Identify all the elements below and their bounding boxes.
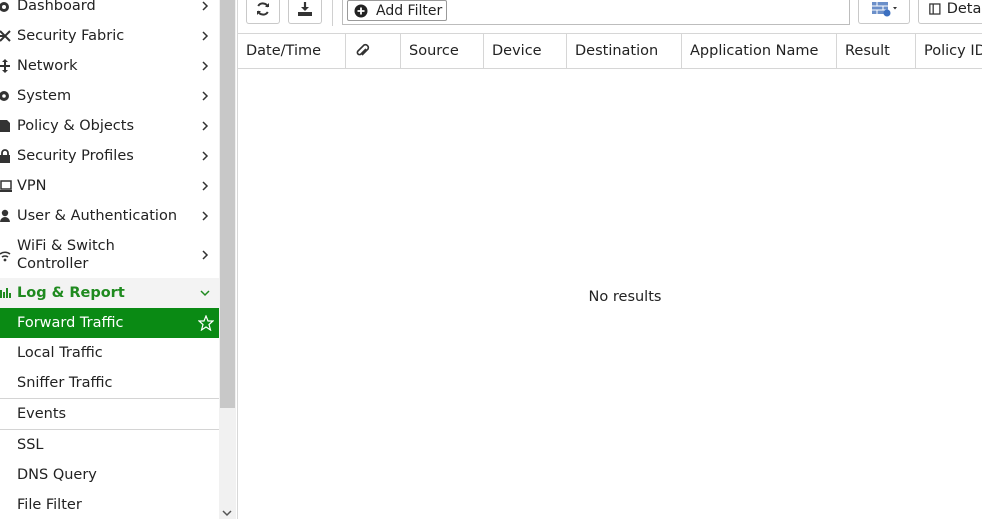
sidebar-item-label: VPN bbox=[17, 178, 47, 194]
sidebar-scrollbar-thumb[interactable] bbox=[220, 0, 235, 408]
sidebar-item-label: System bbox=[17, 88, 72, 104]
plus-circle-icon bbox=[354, 4, 368, 17]
sidebar-subitem-events[interactable]: Events bbox=[0, 399, 219, 429]
refresh-icon bbox=[257, 1, 269, 16]
sidebar-subitem-label: SSL bbox=[17, 437, 44, 453]
details-label: Details bbox=[946, 0, 982, 17]
sidebar-item-network[interactable]: Network bbox=[0, 56, 219, 76]
star-icon[interactable] bbox=[198, 315, 214, 331]
sidebar-subitem-label: Events bbox=[17, 406, 67, 422]
chevron-right-icon bbox=[202, 61, 209, 71]
details-button[interactable]: Details bbox=[918, 0, 982, 24]
chevron-right-icon bbox=[202, 31, 209, 41]
laptop-icon bbox=[0, 178, 12, 194]
chevron-right-icon bbox=[202, 1, 209, 11]
download-button[interactable] bbox=[288, 0, 322, 24]
sidebar-item-user-authentication[interactable]: User & Authentication bbox=[0, 206, 219, 226]
sidebar-subitem-sniffer-traffic[interactable]: Sniffer Traffic bbox=[0, 368, 219, 398]
sidebar-item-vpn[interactable]: VPN bbox=[0, 176, 219, 196]
sidebar-item-label-line1: WiFi & Switch bbox=[17, 238, 115, 254]
add-filter-button[interactable]: Add Filter bbox=[347, 0, 448, 21]
main-panel: Add Filter Details Date/Time Source Devi… bbox=[237, 0, 982, 519]
sidebar-item-label: Dashboard bbox=[17, 0, 96, 14]
sidebar-subitem-forward-traffic[interactable]: Forward Traffic bbox=[0, 308, 219, 338]
sidebar-subitem-dns-query[interactable]: DNS Query bbox=[0, 460, 219, 490]
network-icon bbox=[0, 58, 12, 74]
sidebar-item-dashboard[interactable]: Dashboard bbox=[0, 0, 219, 16]
chevron-down-icon bbox=[200, 290, 210, 297]
sidebar-item-label: User & Authentication bbox=[17, 208, 178, 224]
sidebar-subitem-file-filter[interactable]: File Filter bbox=[0, 490, 219, 519]
chevron-right-icon bbox=[202, 211, 209, 221]
sidebar-item-wifi-switch-controller[interactable]: WiFi & Switch Controller bbox=[0, 236, 219, 274]
policy-icon bbox=[0, 118, 12, 134]
column-header-date-time[interactable]: Date/Time bbox=[238, 34, 346, 68]
gear-icon bbox=[0, 88, 12, 104]
view-options-button[interactable] bbox=[858, 0, 910, 24]
dashboard-icon bbox=[0, 0, 12, 14]
column-header-attachment[interactable] bbox=[346, 34, 401, 68]
column-header-application-name[interactable]: Application Name bbox=[682, 34, 837, 68]
chevron-right-icon bbox=[202, 250, 209, 260]
chevron-right-icon bbox=[202, 121, 209, 131]
sidebar-item-label: Policy & Objects bbox=[17, 118, 135, 134]
sidebar-item-policy-objects[interactable]: Policy & Objects bbox=[0, 116, 219, 136]
refresh-button[interactable] bbox=[246, 0, 280, 24]
chevron-right-icon bbox=[202, 91, 209, 101]
table-header: Date/Time Source Device Destination Appl… bbox=[238, 33, 982, 69]
sidebar-item-label: Log & Report bbox=[17, 285, 125, 301]
columns-icon bbox=[929, 2, 941, 15]
column-header-policy-id[interactable]: Policy ID bbox=[916, 34, 982, 68]
chevron-right-icon bbox=[202, 151, 209, 161]
sidebar-subitem-local-traffic[interactable]: Local Traffic bbox=[0, 338, 219, 368]
firewall-view-icon bbox=[872, 1, 897, 16]
download-icon bbox=[298, 1, 312, 16]
sidebar-subitem-label: Sniffer Traffic bbox=[17, 375, 113, 391]
sidebar-subitem-ssl[interactable]: SSL bbox=[0, 430, 219, 460]
column-header-source[interactable]: Source bbox=[401, 34, 484, 68]
scroll-down-arrow-icon[interactable] bbox=[221, 508, 233, 518]
sidebar-item-label-line2: Controller bbox=[17, 256, 89, 272]
sidebar-item-security-profiles[interactable]: Security Profiles bbox=[0, 146, 219, 166]
security-fabric-icon bbox=[0, 28, 12, 44]
add-filter-label: Add Filter bbox=[376, 2, 443, 19]
sidebar-item-security-fabric[interactable]: Security Fabric bbox=[0, 26, 219, 46]
bar-chart-icon bbox=[0, 285, 12, 301]
sidebar-item-system[interactable]: System bbox=[0, 86, 219, 106]
user-icon bbox=[0, 208, 12, 224]
sidebar-subitem-label: Local Traffic bbox=[17, 345, 103, 361]
column-header-destination[interactable]: Destination bbox=[567, 34, 682, 68]
wifi-icon bbox=[0, 247, 12, 263]
chevron-right-icon bbox=[202, 181, 209, 191]
lock-icon bbox=[0, 148, 12, 164]
sidebar-item-label: Security Fabric bbox=[17, 28, 125, 44]
filter-input[interactable]: Add Filter bbox=[342, 0, 850, 25]
empty-state-text: No results bbox=[588, 289, 662, 305]
sidebar-subitem-label: File Filter bbox=[17, 497, 82, 513]
sidebar-subitem-label: Forward Traffic bbox=[17, 315, 124, 331]
sidebar-item-label: Network bbox=[17, 58, 78, 74]
toolbar-separator bbox=[332, 0, 333, 26]
sidebar: Dashboard Security Fabric Network System… bbox=[0, 0, 219, 519]
paperclip-icon bbox=[356, 43, 370, 56]
sidebar-item-log-report[interactable]: Log & Report bbox=[0, 278, 219, 308]
column-header-device[interactable]: Device bbox=[484, 34, 567, 68]
sidebar-subitem-label: DNS Query bbox=[17, 467, 97, 483]
column-header-result[interactable]: Result bbox=[837, 34, 916, 68]
sidebar-item-label: Security Profiles bbox=[17, 148, 134, 164]
